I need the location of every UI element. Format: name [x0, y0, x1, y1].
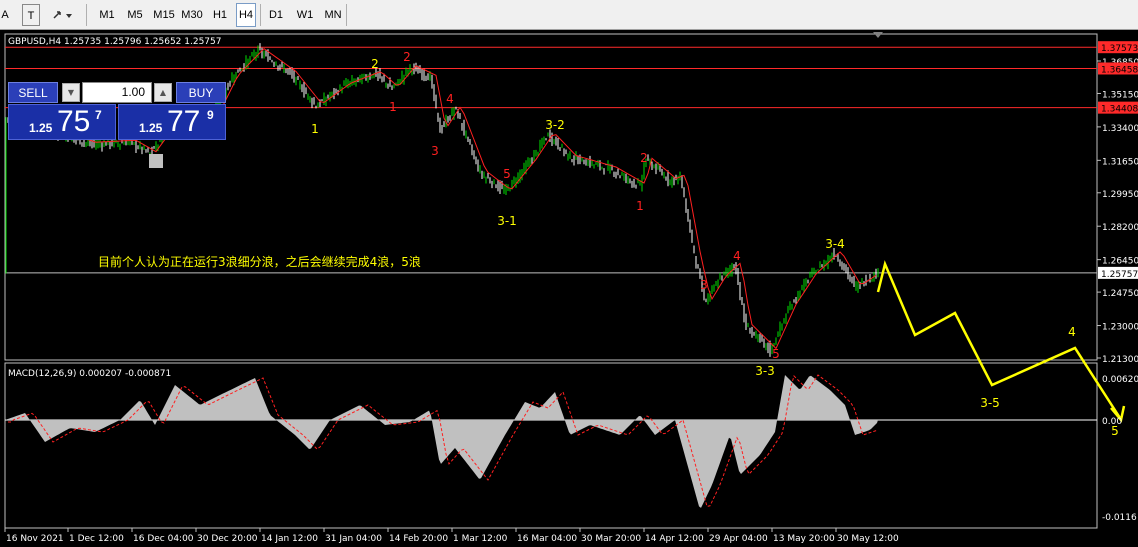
date-axis-label: 16 Mar 04:00	[517, 534, 577, 544]
macd-axis-label: 0.006206	[1102, 375, 1138, 385]
date-axis-label: 29 Apr 04:00	[709, 534, 768, 544]
one-click-trading-panel: SELL ▼ 1.00 ▲ BUY 1.25 75 7 1.25 77 9	[8, 82, 228, 140]
wave-label-yellow: 3-1	[497, 214, 517, 228]
date-axis-label: 14 Jan 12:00	[261, 534, 318, 544]
price-axis-label: 1.24750	[1102, 289, 1138, 299]
timeframe-mn-button[interactable]: MN	[322, 4, 344, 26]
lot-decrease-button[interactable]: ▼	[62, 83, 80, 102]
lot-increase-button[interactable]: ▲	[154, 83, 172, 102]
price-axis-label: 1.26450	[1102, 257, 1138, 267]
wave-label-red: 4	[446, 92, 454, 106]
wave-label-red: 1	[389, 100, 397, 114]
sell-price-box[interactable]: 1.25 75 7	[8, 104, 116, 140]
toolbar-divider	[346, 4, 347, 26]
text-tool-button[interactable]: A	[0, 4, 10, 26]
resistance-price-label: 1.36458	[1101, 65, 1138, 75]
resistance-price-label: 1.37573	[1101, 44, 1138, 54]
wave-label-red: 5	[503, 167, 511, 181]
timeframe-h1-button[interactable]: H1	[210, 4, 230, 26]
sell-price-main: 75	[57, 105, 91, 138]
wave-label-red: 3	[700, 278, 708, 292]
price-axis-label: 1.35150	[1102, 90, 1138, 100]
toolbar-divider	[86, 4, 87, 26]
analysis-annotation: 目前个人认为正在运行3浪细分浪，之后会继续完成4浪，5浪	[98, 254, 421, 269]
price-axis-label: 1.29950	[1102, 190, 1138, 200]
macd-plot-frame	[4, 362, 1098, 529]
price-axis-label: 1.28200	[1102, 223, 1138, 233]
date-axis-label: 16 Dec 04:00	[133, 534, 194, 544]
buy-price-prefix: 1.25	[139, 121, 163, 135]
price-axis-label: 1.21300	[1102, 355, 1138, 365]
date-axis-label: 30 Dec 20:00	[197, 534, 258, 544]
date-axis-label: 1 Dec 12:00	[69, 534, 124, 544]
timeframe-m5-button[interactable]: M5	[124, 4, 146, 26]
cursor-tools-icon[interactable]	[50, 4, 78, 26]
chart-window[interactable]: 1.368501.351501.334001.316501.299501.282…	[0, 30, 1138, 547]
macd-histogram	[5, 375, 878, 508]
toolbar: A T M1 M5 M15 M30 H1 H4 D1 W1 MN	[0, 0, 1138, 30]
timeframe-d1-button[interactable]: D1	[266, 4, 286, 26]
macd-axis-label: -0.0116	[1102, 513, 1137, 523]
wave-projection-line[interactable]	[876, 260, 1122, 419]
object-marker[interactable]	[149, 154, 163, 168]
wave-label-red: 5	[772, 347, 780, 361]
timeframe-m1-button[interactable]: M1	[96, 4, 118, 26]
wave-label-red: 3	[431, 144, 439, 158]
symbol-header: GBPUSD,H4 1.25735 1.25796 1.25652 1.2575…	[8, 37, 221, 47]
buy-price-main: 77	[167, 105, 201, 138]
current-price-label: 1.25757	[1101, 270, 1138, 280]
sell-price-pip: 7	[95, 108, 102, 122]
date-axis-label: 31 Jan 04:00	[325, 534, 382, 544]
timeframe-h4-button[interactable]: H4	[236, 3, 256, 27]
lot-size-input[interactable]: 1.00	[82, 82, 152, 103]
wave-label-yellow: 3-2	[545, 118, 565, 132]
timeframe-w1-button[interactable]: W1	[294, 4, 316, 26]
date-axis-label: 16 Nov 2021	[6, 534, 64, 544]
date-axis-label: 30 May 12:00	[837, 534, 899, 544]
macd-header: MACD(12,26,9) 0.000207 -0.000871	[8, 369, 171, 379]
price-axis-label: 1.33400	[1102, 124, 1138, 134]
sell-price-prefix: 1.25	[29, 121, 53, 135]
buy-button[interactable]: BUY	[176, 82, 226, 103]
wave-label-red: 2	[640, 151, 648, 165]
toolbar-divider	[260, 4, 261, 26]
date-axis-label: 13 May 20:00	[773, 534, 835, 544]
wave-label-red: 4	[733, 249, 741, 263]
price-axis-label: 1.23000	[1102, 323, 1138, 333]
arrows-icon	[53, 11, 72, 19]
shift-marker-icon	[873, 32, 883, 38]
resistance-price-label: 1.34408	[1101, 105, 1138, 115]
price-axis-label: 1.31650	[1102, 157, 1138, 167]
timeframe-m30-button[interactable]: M30	[180, 4, 204, 26]
text-label-tool-button[interactable]: T	[22, 4, 40, 26]
timeframe-m15-button[interactable]: M15	[152, 4, 176, 26]
wave-label-red: 2	[403, 50, 411, 64]
macd-axis-label: 0.00	[1102, 417, 1122, 427]
buy-price-pip: 9	[207, 108, 214, 122]
wave-label-yellow: 3-5	[980, 396, 1000, 410]
wave-label-yellow: 1	[311, 122, 319, 136]
date-axis-label: 30 Mar 20:00	[581, 534, 641, 544]
date-axis-label: 14 Feb 20:00	[389, 534, 448, 544]
wave-label-yellow: 4	[1068, 325, 1076, 339]
wave-label-yellow: 2	[371, 57, 379, 71]
buy-price-box[interactable]: 1.25 77 9	[118, 104, 226, 140]
wave-label-yellow: 3-4	[825, 237, 845, 251]
sell-button[interactable]: SELL	[8, 82, 58, 103]
date-axis-label: 1 Mar 12:00	[453, 534, 508, 544]
wave-label-red: 1	[636, 199, 644, 213]
wave-label-yellow: 3-3	[755, 364, 775, 378]
date-axis-label: 14 Apr 12:00	[645, 534, 704, 544]
